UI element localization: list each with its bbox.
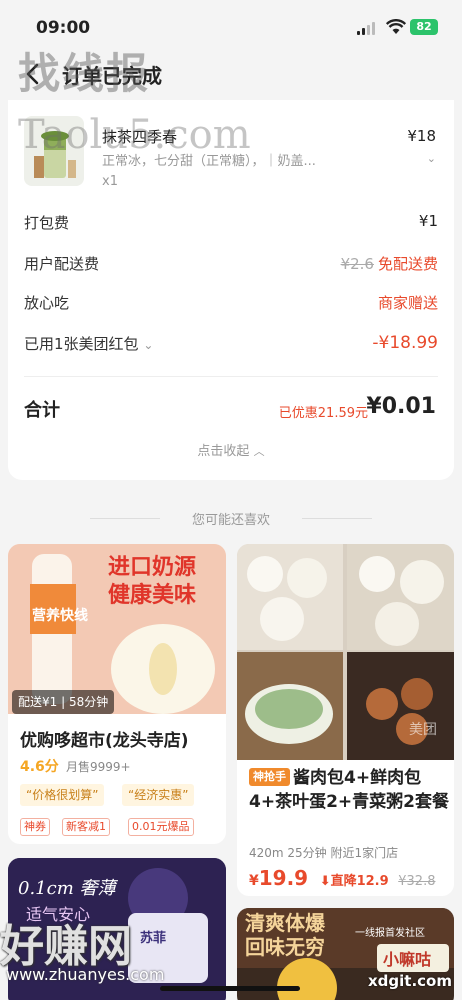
deal-image: 美团 [237,544,454,760]
card4-tag: 一线报首发社区 [355,926,425,939]
status-bar: 09:00 82 [0,0,462,46]
price-value: 19.9 [258,866,309,890]
packaging-fee-label: 打包费 [24,214,70,232]
deal-title: 酱肉包4+鲜肉包4+茶叶蛋2+青菜粥2套餐 [249,768,449,812]
card4-brand: 小嘛咕 [383,950,431,969]
cellular-signal-icon [357,22,377,35]
product-quantity: x1 [102,174,118,189]
total-value: ¥0.01 [366,394,436,419]
review-tag: “经济实惠” [122,784,195,806]
coupon-label-text: 已用1张美团红包 [24,335,139,353]
card3-headline-2: 适气安心 [26,905,90,924]
deal-price: ¥19.9 ⬇直降12.9 ¥32.8 [249,866,435,890]
price-drop: ⬇直降12.9 [319,874,389,889]
recommend-card-store[interactable]: 进口奶源 健康美味 营养快线 配送¥1 | 58分钟 优购哆超市(龙头寺店) 4… [8,544,226,844]
store-rating: 4.6分 [20,759,59,775]
divider [24,376,438,377]
coupon-value: -¥18.99 [372,333,438,353]
store-name: 优购哆超市(龙头寺店) [20,731,189,751]
chevron-down-icon: ⌄ [143,338,154,352]
product-image[interactable] [24,116,84,186]
delivery-fee-label: 用户配送费 [24,255,100,273]
promo-headline-1: 进口奶源 [108,554,196,580]
back-arrow-icon[interactable] [22,62,44,86]
promo-tag: 新客减1 [62,818,110,836]
delivery-fee-original: ¥2.6 [340,255,374,273]
wifi-icon [386,19,406,34]
promo-headline-2: 健康美味 [108,582,196,608]
coupon-row[interactable]: 已用1张美团红包 ⌄ -¥18.99 [24,333,438,355]
nav-bar: 订单已完成 [0,46,462,102]
monthly-sales: 月售9999+ [66,760,131,774]
status-time: 09:00 [36,18,91,38]
page-title: 订单已完成 [62,64,162,88]
product-name: 抹茶四季春 [102,128,178,146]
image-watermark: 美团 [409,722,437,738]
safe-eat-value: 商家赠送 [377,294,438,312]
price-drop-text: 直降12.9 [330,874,389,889]
free-delivery-text: 免配送费 [377,255,438,273]
battery-icon: 82 [410,19,438,35]
delivery-fee-row: 用户配送费 ¥2.6 免配送费 [24,253,438,275]
safe-eat-row: 放心吃 商家赠送 [24,292,438,314]
card3-brand: 苏菲 [140,930,166,946]
safe-eat-label: 放心吃 [24,294,70,312]
card3-image: 0.1cm 奢薄 适气安心 苏菲 [8,858,226,1000]
product-price: ¥18 [407,127,436,145]
delivery-badge: 配送¥1 | 58分钟 [12,690,115,714]
divider [302,518,372,519]
deal-meta: 420m 25分钟 附近1家门店 [249,846,399,860]
chevron-down-icon[interactable]: ⌄ [427,152,436,165]
order-detail-card: 抹茶四季春 ¥18 正常冰，七分甜（正常糖），｜奶盖... ⌄ x1 打包费 ¥… [8,100,454,480]
promo-tag: 神券 [20,818,50,836]
collapse-button[interactable]: 点击收起 ︿ [8,440,454,459]
product-spec: 正常冰，七分甜（正常糖），｜奶盖... [102,154,316,169]
recommend-card-deal[interactable]: 美团 神抢手 酱肉包4+鲜肉包4+茶叶蛋2+青菜粥2套餐 420m 25分钟 附… [237,544,454,896]
packaging-fee-row: 打包费 ¥1 [24,212,438,234]
packaging-fee-value: ¥1 [418,212,438,230]
promo-tag: 0.01元爆品 [128,818,194,836]
home-indicator[interactable] [160,986,300,991]
delivery-fee-value: ¥2.6 免配送费 [341,253,438,274]
collapse-label: 点击收起 [197,444,250,459]
card4-headline-1: 清爽体爆 [245,911,326,935]
review-tag: “价格很划算” [20,784,105,806]
store-image: 进口奶源 健康美味 营养快线 [8,544,226,714]
card4-headline-2: 回味无穷 [245,935,325,959]
bottle-label: 营养快线 [32,607,88,624]
original-price: ¥32.8 [398,874,436,889]
total-label: 合计 [24,400,60,421]
recommend-card-3[interactable]: 0.1cm 奢薄 适气安心 苏菲 [8,858,226,1000]
chevron-up-icon: ︿ [253,445,265,458]
card3-headline-1: 0.1cm 奢薄 [18,878,118,899]
price-symbol: ¥ [249,873,259,889]
recommend-title: 您可能还喜欢 [191,513,270,528]
coupon-label[interactable]: 已用1张美团红包 ⌄ [24,333,153,354]
total-saved: 已优惠21.59元 [278,406,368,421]
